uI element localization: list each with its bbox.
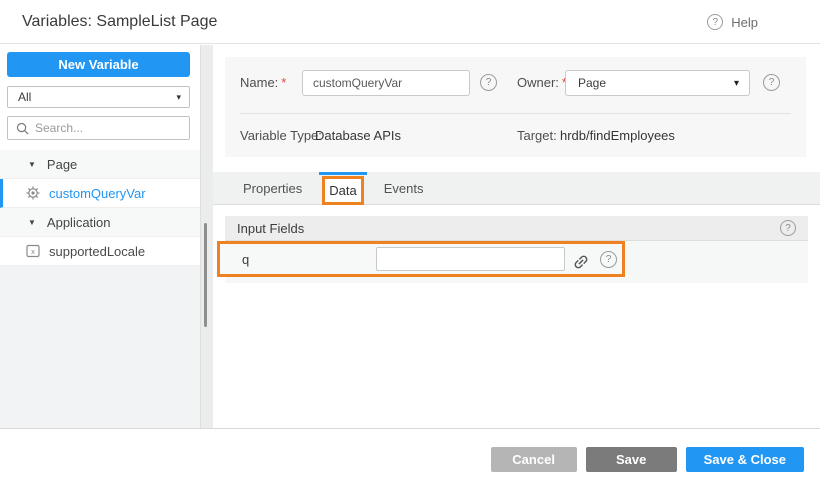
collapse-triangle-icon: ▼ (28, 218, 36, 227)
tree-item-supportedlocale[interactable]: x supportedLocale (0, 237, 200, 266)
active-tab-indicator (319, 172, 366, 175)
panel-divider (240, 113, 791, 114)
search-icon (16, 122, 29, 135)
svg-text:x: x (31, 247, 35, 256)
search-input[interactable] (35, 121, 181, 135)
save-and-close-button[interactable]: Save & Close (686, 447, 804, 472)
variable-type-value: Database APIs (315, 123, 401, 149)
tab-events[interactable]: Events (370, 172, 438, 204)
input-field-row-q: q ? (217, 241, 625, 277)
service-variable-icon (26, 186, 40, 200)
field-q-input[interactable] (376, 247, 565, 271)
tab-properties[interactable]: Properties (229, 172, 316, 204)
tree-item-label: customQueryVar (49, 186, 146, 201)
variable-filter-select[interactable]: All ▾ (7, 86, 190, 108)
dialog-header: Variables: SampleList Page ? Help (0, 0, 820, 44)
sidebar-empty-area (0, 266, 200, 428)
variable-type-row: Variable Type: (240, 123, 322, 149)
variable-detail-pane: Name:* ? Owner:* Page ▾ ? Variable Type:… (213, 45, 820, 428)
name-label: Name:* (240, 70, 286, 96)
owner-help-icon[interactable]: ? (763, 74, 780, 91)
variable-filter-value: All (18, 90, 31, 104)
tab-data[interactable]: Data (322, 176, 363, 205)
variable-summary-panel: Name:* ? Owner:* Page ▾ ? Variable Type:… (225, 57, 806, 157)
help-label: Help (731, 15, 758, 30)
tree-item-customqueryvar[interactable]: customQueryVar (0, 179, 200, 208)
input-fields-section: Input Fields ? q ? (225, 216, 808, 283)
variables-dialog: Variables: SampleList Page ? Help New Va… (0, 0, 820, 489)
field-name: q (242, 252, 249, 267)
tree-group-label: Application (47, 215, 111, 230)
chevron-down-icon: ▾ (734, 78, 739, 89)
page-title: Variables: SampleList Page (22, 0, 217, 44)
save-button[interactable]: Save (586, 447, 677, 472)
detail-tabbar: Properties Data Events (213, 172, 820, 205)
chevron-down-icon: ▾ (176, 92, 181, 103)
owner-select[interactable]: Page ▾ (565, 70, 750, 96)
tree-item-label: supportedLocale (49, 244, 145, 259)
new-variable-button[interactable]: New Variable (7, 52, 190, 77)
name-help-icon[interactable]: ? (480, 74, 497, 91)
variables-sidebar: New Variable All ▾ ▼ Page (0, 45, 200, 428)
target-value: hrdb/findEmployees (560, 123, 675, 149)
owner-select-value: Page (578, 76, 606, 90)
tab-data-label: Data (329, 183, 356, 198)
help-button[interactable]: ? Help (707, 0, 758, 44)
input-fields-help-icon[interactable]: ? (780, 220, 796, 236)
tree-group-page[interactable]: ▼ Page (0, 150, 200, 179)
tree-group-application[interactable]: ▼ Application (0, 208, 200, 237)
dialog-footer: Cancel Save Save & Close (0, 428, 820, 489)
target-label: Target: (517, 123, 557, 149)
input-fields-header: Input Fields ? (225, 216, 808, 241)
input-fields-title: Input Fields (237, 221, 304, 236)
variables-tree: ▼ Page customQuery (0, 150, 200, 266)
field-help-icon[interactable]: ? (600, 251, 617, 268)
bind-link-icon[interactable] (572, 253, 590, 271)
cancel-button[interactable]: Cancel (491, 447, 577, 472)
collapse-triangle-icon: ▼ (28, 160, 36, 169)
help-circle-icon: ? (707, 14, 723, 30)
sidebar-scrollbar[interactable] (204, 223, 207, 327)
variable-icon: x (26, 244, 40, 258)
variable-type-label: Variable Type: (240, 128, 322, 143)
required-asterisk: * (281, 75, 286, 90)
name-input[interactable] (302, 70, 470, 96)
owner-label: Owner:* (517, 70, 567, 96)
variable-search-box[interactable] (7, 116, 190, 140)
tree-group-label: Page (47, 157, 77, 172)
